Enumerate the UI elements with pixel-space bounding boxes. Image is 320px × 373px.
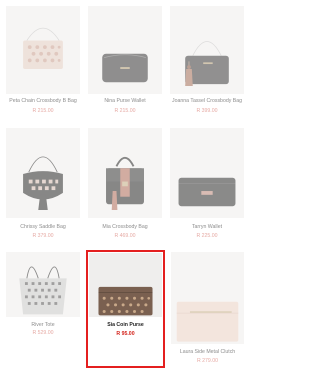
product-price: R 469.00 (114, 233, 136, 239)
product-price: R 399.00 (196, 108, 218, 114)
product-name[interactable]: Chrissy Saddle Bag (4, 224, 82, 230)
product-image-nina-purse-wallet[interactable] (88, 6, 162, 94)
product-price: R 215.00 (114, 108, 136, 114)
product-image-joanna-tassel-crossbody-bag[interactable] (170, 6, 244, 94)
product-card[interactable]: Tarryn Wallet R 225.00 (168, 126, 246, 243)
product-image-river-tote[interactable] (6, 252, 80, 317)
product-card[interactable]: River Tote R 529.00 (4, 250, 82, 368)
product-card-selected[interactable]: Sia Coin Purse R 95.00 (86, 250, 165, 368)
product-name[interactable]: River Tote (4, 322, 82, 328)
product-name[interactable]: Tarryn Wallet (168, 224, 246, 230)
product-grid: Peta Chain Crossbody B Bag R 215.00 Nina… (0, 0, 250, 373)
product-image-sia-coin-purse[interactable] (89, 253, 162, 317)
product-price: R 379.00 (32, 233, 54, 239)
product-card[interactable]: Mia Crossbody Bag R 469.00 (86, 126, 164, 243)
product-image-chrissy-saddle-bag[interactable] (6, 128, 80, 218)
product-card[interactable]: Chrissy Saddle Bag R 379.00 (4, 126, 82, 243)
product-image-peta-chain-crossbody-bag[interactable] (6, 6, 80, 94)
product-image-mia-crossbody-bag[interactable] (88, 128, 162, 218)
product-name[interactable]: Peta Chain Crossbody B Bag (4, 98, 82, 104)
product-price: R 225.00 (196, 233, 218, 239)
product-price: R 215.00 (32, 108, 54, 114)
product-name[interactable]: Mia Crossbody Bag (86, 224, 164, 230)
product-card[interactable]: Joanna Tassel Crossbody Bag R 399.00 (168, 4, 246, 119)
product-price: R 529.00 (32, 330, 54, 336)
product-card[interactable]: Nina Purse Wallet R 215.00 (86, 4, 164, 119)
product-name[interactable]: Nina Purse Wallet (86, 98, 164, 104)
product-name[interactable]: Laura Side Metal Clutch (169, 349, 246, 355)
product-name[interactable]: Sia Coin Purse (88, 322, 163, 328)
product-price: R 95.00 (116, 331, 135, 337)
product-name[interactable]: Joanna Tassel Crossbody Bag (168, 98, 246, 104)
product-image-tarryn-wallet[interactable] (170, 128, 244, 218)
product-price: R 279.00 (196, 358, 219, 364)
product-image-laura-side-metal-clutch[interactable] (171, 252, 244, 344)
product-card[interactable]: Laura Side Metal Clutch R 279.00 (169, 250, 246, 368)
product-card[interactable]: Peta Chain Crossbody B Bag R 215.00 (4, 4, 82, 119)
